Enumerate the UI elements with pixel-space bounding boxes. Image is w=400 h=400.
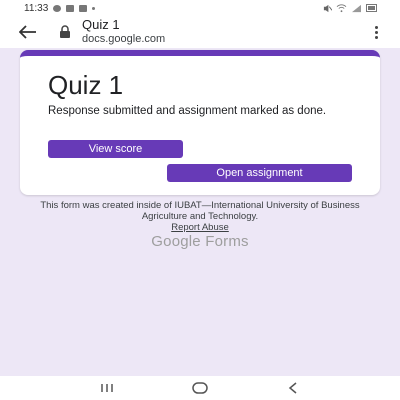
back-arrow-icon	[19, 25, 36, 39]
quiz-title: Quiz 1	[48, 70, 124, 100]
system-back-button[interactable]	[278, 378, 308, 398]
play-notification-icon	[79, 4, 88, 12]
status-left: 11:33	[24, 2, 96, 14]
system-nav-bar	[0, 376, 400, 400]
status-time: 11:33	[24, 2, 49, 14]
status-right	[323, 3, 378, 13]
home-icon	[192, 382, 208, 394]
back-icon	[289, 382, 297, 394]
gallery-notification-icon	[66, 4, 75, 12]
browser-title-block[interactable]: Quiz 1 docs.google.com	[82, 17, 166, 46]
confirmation-message: Response submitted and assignment marked…	[48, 105, 327, 117]
wifi-icon	[336, 3, 347, 12]
recents-button[interactable]	[92, 378, 122, 398]
report-abuse-link[interactable]: Report Abuse	[171, 222, 229, 233]
open-assignment-button[interactable]: Open assignment	[167, 164, 352, 182]
browser-app-bar: Quiz 1 docs.google.com	[0, 16, 400, 48]
messenger-notification-icon	[53, 4, 62, 12]
signal-icon	[352, 4, 361, 12]
page-title: Quiz 1	[82, 17, 120, 33]
overflow-menu-button[interactable]	[370, 25, 382, 39]
form-notice: This form was created inside of IUBAT—In…	[30, 200, 370, 234]
more-notifications-icon	[92, 6, 96, 10]
form-notice-text: This form was created inside of IUBAT—In…	[40, 200, 360, 222]
battery-icon	[366, 4, 377, 12]
recents-icon	[100, 384, 113, 392]
browser-back-button[interactable]	[8, 16, 48, 48]
lock-icon[interactable]	[58, 25, 72, 39]
mute-icon	[323, 4, 332, 12]
overflow-menu-icon	[374, 35, 378, 39]
home-button[interactable]	[185, 378, 215, 398]
google-forms-logo: Google Forms	[151, 233, 249, 250]
overflow-menu-icon	[374, 30, 378, 34]
confirmation-card: Quiz 1 Response submitted and assignment…	[20, 50, 380, 195]
page-url: docs.google.com	[82, 33, 166, 46]
view-score-button[interactable]: View score	[48, 140, 183, 158]
overflow-menu-icon	[374, 25, 378, 29]
status-bar: 11:33	[0, 0, 400, 16]
